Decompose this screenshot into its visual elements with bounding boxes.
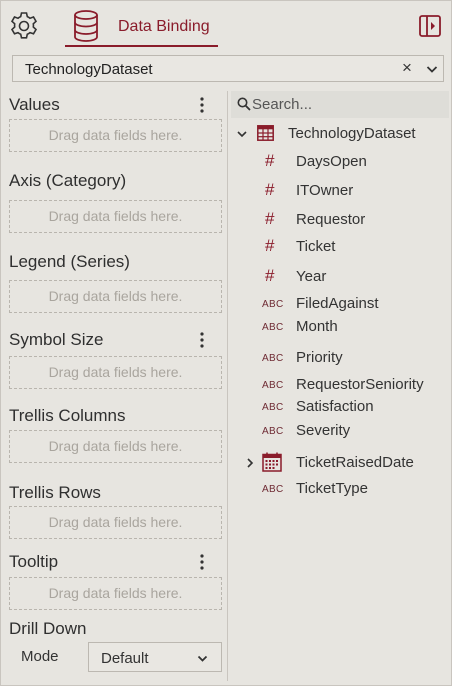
field-label: Year [296, 268, 327, 285]
trellis-columns-label: Trellis Columns [9, 406, 126, 425]
drop-placeholder: Drag data fields here. [48, 364, 183, 380]
field-item[interactable]: # Year [231, 265, 449, 289]
field-item[interactable]: ABC Severity [231, 419, 449, 443]
gear-icon[interactable] [8, 10, 40, 42]
field-item[interactable]: ABC RequestorSeniority [231, 373, 449, 397]
legend-series-drop-zone[interactable]: Drag data fields here. [9, 280, 222, 313]
search-icon [237, 97, 251, 111]
field-item[interactable]: ABC Priority [231, 346, 449, 370]
trellis-rows-drop-zone[interactable]: Drag data fields here. [9, 506, 222, 539]
numeric-field-icon: # [265, 209, 275, 228]
drop-placeholder: Drag data fields here. [48, 208, 183, 224]
active-tab-indicator [65, 45, 218, 47]
drill-down-mode-select[interactable]: Default [88, 642, 222, 672]
tooltip-drop-zone[interactable]: Drag data fields here. [9, 577, 222, 610]
field-item[interactable]: ABC Satisfaction [231, 395, 449, 419]
panel-divider [227, 91, 228, 681]
database-icon [74, 10, 98, 42]
field-item[interactable]: # ITOwner [231, 179, 449, 203]
tooltip-label: Tooltip [9, 552, 59, 571]
text-field-icon: ABC [262, 402, 284, 413]
tree-root-dataset[interactable]: TechnologyDataset [231, 122, 449, 146]
numeric-field-icon: # [265, 180, 275, 199]
field-label: Satisfaction [296, 398, 374, 415]
drill-down-label: Drill Down [9, 619, 87, 638]
dataset-select-value: TechnologyDataset [25, 61, 153, 78]
mode-select-value: Default [101, 650, 149, 667]
field-label: Requestor [296, 211, 366, 228]
field-item[interactable]: ABC FiledAgainst [231, 292, 449, 316]
drop-placeholder: Drag data fields here. [48, 514, 183, 530]
numeric-field-icon: # [265, 266, 275, 285]
field-label: FiledAgainst [296, 295, 379, 312]
values-menu-icon[interactable] [197, 96, 207, 114]
field-label: RequestorSeniority [296, 376, 424, 393]
text-field-icon: ABC [262, 299, 284, 310]
field-item[interactable]: # DaysOpen [231, 150, 449, 174]
drop-placeholder: Drag data fields here. [48, 438, 183, 454]
symbol-size-drop-zone[interactable]: Drag data fields here. [9, 356, 222, 389]
field-item[interactable]: ABC Month [231, 315, 449, 339]
field-label: TicketType [296, 480, 368, 497]
drop-placeholder: Drag data fields here. [48, 127, 183, 143]
legend-series-label: Legend (Series) [9, 252, 130, 271]
axis-category-label: Axis (Category) [9, 171, 127, 190]
text-field-icon: ABC [262, 380, 284, 391]
text-field-icon: ABC [262, 484, 284, 495]
trellis-columns-drop-zone[interactable]: Drag data fields here. [9, 430, 222, 463]
values-label: Values [9, 95, 60, 114]
drop-placeholder: Drag data fields here. [48, 288, 183, 304]
chevron-down-icon[interactable] [236, 128, 248, 140]
symbol-size-menu-icon[interactable] [197, 331, 207, 349]
field-item-date[interactable]: TicketRaisedDate [231, 451, 449, 475]
numeric-field-icon: # [265, 151, 275, 170]
data-binding-panel: Data Binding TechnologyDataset × Values … [0, 0, 452, 686]
field-label: Severity [296, 422, 351, 439]
table-icon [257, 125, 274, 141]
panel-collapse-icon[interactable] [418, 14, 442, 38]
text-field-icon: ABC [262, 322, 284, 333]
field-item[interactable]: # Ticket [231, 235, 449, 259]
tab-label: Data Binding [118, 18, 210, 35]
chevron-down-icon [197, 655, 208, 662]
field-label: Priority [296, 349, 343, 366]
field-label: Month [296, 318, 338, 335]
chevron-down-icon[interactable] [426, 63, 438, 75]
numeric-field-icon: # [265, 236, 275, 255]
field-label: DaysOpen [296, 153, 367, 170]
field-item[interactable]: ABC TicketType [231, 477, 449, 501]
values-drop-zone[interactable]: Drag data fields here. [9, 119, 222, 152]
mode-label: Mode [21, 648, 59, 665]
calendar-icon [262, 452, 282, 472]
field-search[interactable] [231, 91, 449, 118]
clear-icon[interactable]: × [402, 59, 412, 77]
dataset-select[interactable]: TechnologyDataset × [12, 55, 444, 82]
tooltip-menu-icon[interactable] [197, 553, 207, 571]
chevron-right-icon[interactable] [244, 457, 256, 469]
symbol-size-label: Symbol Size [9, 330, 104, 349]
tree-root-label: TechnologyDataset [288, 125, 416, 142]
field-label: Ticket [296, 238, 336, 255]
field-item[interactable]: # Requestor [231, 208, 449, 232]
text-field-icon: ABC [262, 353, 284, 364]
text-field-icon: ABC [262, 426, 284, 437]
search-input[interactable] [252, 94, 442, 115]
field-label: ITOwner [296, 182, 354, 199]
trellis-rows-label: Trellis Rows [9, 483, 101, 502]
field-label: TicketRaisedDate [296, 454, 414, 471]
drop-placeholder: Drag data fields here. [48, 585, 183, 601]
axis-category-drop-zone[interactable]: Drag data fields here. [9, 200, 222, 233]
